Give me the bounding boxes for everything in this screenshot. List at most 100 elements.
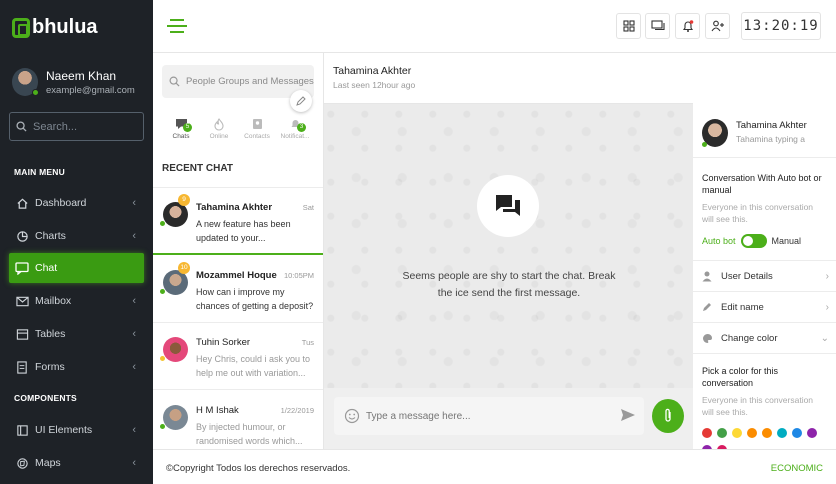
message-time: Sat (302, 203, 314, 212)
color-swatch[interactable] (702, 428, 712, 438)
empty-chat-illustration (477, 175, 539, 237)
palette-icon (702, 333, 713, 344)
sidebar-item-label: Mailbox (35, 295, 72, 307)
sidebar-item-charts[interactable]: Charts ‹ (9, 221, 144, 251)
change-color-row[interactable]: Change color ⌄ (693, 323, 836, 354)
tab-online[interactable]: Online (200, 115, 238, 145)
profile-name: Naeem Khan (46, 68, 117, 83)
edit-name-row[interactable]: Edit name › (693, 292, 836, 323)
user-details-row[interactable]: User Details › (693, 261, 836, 292)
composer-area (324, 388, 693, 449)
sidebar-item-chat[interactable]: Chat (9, 253, 144, 283)
conversation-details-panel: Tahamina Akhter Tahamina typing a Conver… (693, 53, 836, 455)
online-indicator (160, 424, 165, 429)
chat-list-item[interactable]: H M Ishak 1/22/2019 By injected humour, … (153, 391, 323, 449)
chat-search-placeholder: People Groups and Messages (186, 76, 314, 87)
footer-link[interactable]: ECONOMIC (771, 463, 823, 474)
pie-chart-icon (15, 229, 29, 243)
color-picker-title: Pick a color for this conversation (702, 366, 779, 388)
map-icon (15, 456, 29, 470)
chat-tabs: 5 Chats Online Contacts 3 Notificat... (162, 115, 314, 145)
chat-search-input[interactable]: People Groups and Messages (162, 65, 314, 98)
new-chat-button[interactable] (290, 90, 312, 112)
color-swatch[interactable] (732, 428, 742, 438)
color-swatch[interactable] (762, 428, 772, 438)
message-preview: By injected humour, or randomised words … (196, 422, 303, 446)
chevron-right-icon: › (825, 301, 829, 313)
notifications-button[interactable] (675, 13, 700, 39)
sidebar-item-mailbox[interactable]: Mailbox ‹ (9, 286, 144, 316)
bell-icon (682, 19, 693, 32)
chat-list-item[interactable]: Tuhin Sorker Tus Hey Chris, could i ask … (153, 323, 323, 390)
online-indicator (160, 221, 165, 226)
hamburger-line (170, 31, 184, 33)
chevron-left-icon: ‹ (132, 424, 136, 436)
emoji-icon[interactable] (344, 408, 360, 424)
sidebar-item-forms[interactable]: Forms ‹ (9, 352, 144, 382)
sidebar-item-label: UI Elements (35, 424, 93, 436)
menu-toggle-button[interactable] (167, 18, 187, 34)
pencil-icon (296, 96, 306, 106)
chevron-left-icon: ‹ (132, 457, 136, 469)
message-time: Tus (301, 338, 314, 347)
color-swatch[interactable] (792, 428, 802, 438)
contact-name: Tahamina Akhter (196, 202, 273, 213)
add-user-button[interactable] (705, 13, 730, 39)
messages-button[interactable] (645, 13, 670, 39)
flame-icon (214, 117, 224, 131)
pencil-icon (702, 302, 713, 312)
chat-list-item[interactable]: 9 Tahamina Akhter Sat A new feature has … (153, 188, 323, 255)
chat-list-panel: People Groups and Messages 5 Chats Onlin… (153, 53, 324, 449)
row-label: Edit name (721, 301, 764, 313)
conversation-body: Seems people are shy to start the chat. … (324, 104, 693, 388)
avatar (163, 337, 188, 362)
brand-logo[interactable]: bhulua (12, 16, 98, 39)
attach-file-button[interactable] (652, 399, 684, 433)
user-profile[interactable]: Naeem Khan example@gmail.com (12, 68, 135, 96)
table-icon (15, 327, 29, 341)
color-picker-description: Everyone in this conversation will see t… (702, 395, 814, 417)
tab-chats[interactable]: 5 Chats (162, 115, 200, 145)
chat-list-item[interactable]: 10 Mozammel Hoque 10:05PM How can i impr… (153, 256, 323, 323)
color-swatch[interactable] (807, 428, 817, 438)
color-swatch[interactable] (777, 428, 787, 438)
tab-label: Contacts (244, 133, 270, 140)
message-preview: How can i improve my chances of getting … (196, 287, 314, 311)
sidebar-item-label: Charts (35, 230, 66, 242)
sidebar-search-input[interactable]: Search... (9, 112, 144, 141)
sidebar-item-label: Maps (35, 457, 61, 469)
message-input[interactable] (366, 410, 606, 422)
search-icon (16, 121, 27, 132)
chevron-left-icon: ‹ (132, 361, 136, 373)
contact-name: Mozammel Hoque (196, 270, 277, 281)
tab-notifications[interactable]: 3 Notificat... (276, 115, 314, 145)
tab-contacts[interactable]: Contacts (238, 115, 276, 145)
sidebar-item-label: Dashboard (35, 197, 87, 209)
color-swatch[interactable] (747, 428, 757, 438)
sidebar-item-label: Tables (35, 328, 66, 340)
copyright-text: ©Copyright Todos los derechos reservados… (166, 463, 351, 474)
tab-label: Notificat... (280, 133, 310, 140)
auto-bot-toggle[interactable] (740, 234, 767, 248)
away-indicator (160, 356, 165, 361)
sidebar-item-maps[interactable]: Maps ‹ (9, 448, 144, 478)
chevron-down-icon: ⌄ (820, 332, 829, 344)
apps-grid-button[interactable] (616, 13, 641, 39)
send-icon[interactable] (620, 408, 636, 422)
conversation-contact-name: Tahamina Akhter (333, 65, 412, 77)
contact-name: H M Ishak (196, 405, 239, 416)
footer: ©Copyright Todos los derechos reservados… (153, 449, 836, 484)
sidebar-item-ui-elements[interactable]: UI Elements ‹ (9, 415, 144, 445)
main-menu-label: MAIN MENU (14, 167, 65, 177)
color-swatch[interactable] (717, 428, 727, 438)
brand-name: bhulua (32, 16, 98, 38)
user-icon (702, 271, 713, 282)
tab-label: Chats (172, 133, 190, 140)
sidebar-item-tables[interactable]: Tables ‹ (9, 319, 144, 349)
empty-chat-message: Seems people are shy to start the chat. … (402, 270, 616, 299)
sidebar-item-dashboard[interactable]: Dashboard ‹ (9, 188, 144, 218)
sidebar-search-placeholder: Search... (33, 120, 78, 133)
online-indicator (702, 142, 707, 147)
details-contact-name: Tahamina Akhter (736, 120, 807, 131)
online-indicator (160, 289, 165, 294)
